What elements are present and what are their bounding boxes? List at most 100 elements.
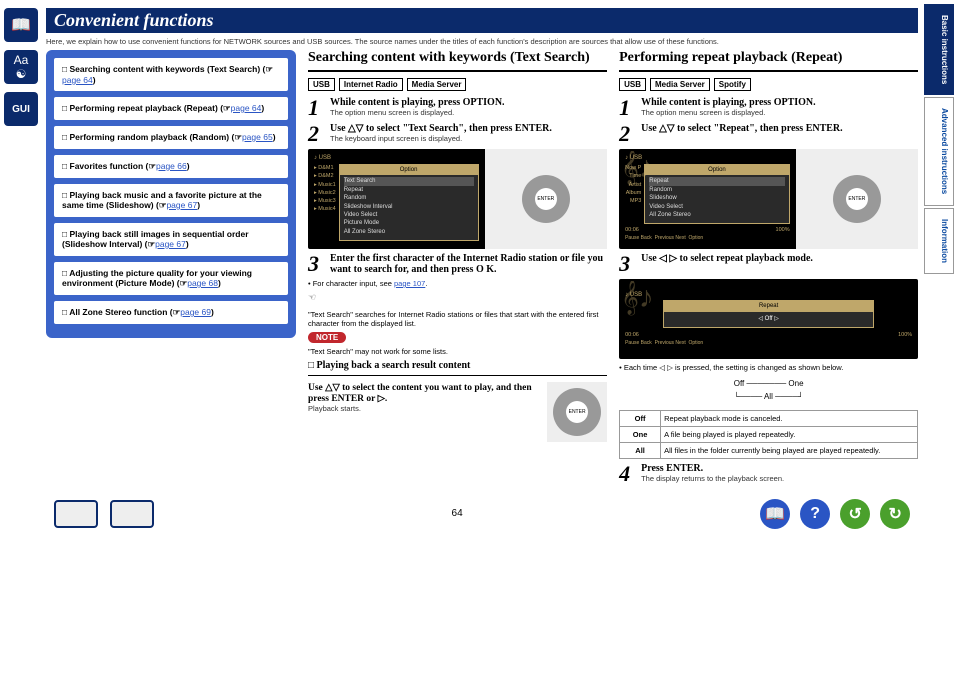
toc-link[interactable]: page 69 xyxy=(180,307,211,317)
toc-item[interactable]: □ Performing repeat playback (Repeat) (☞… xyxy=(54,97,288,120)
toc-link[interactable]: page 65 xyxy=(242,132,273,142)
bullet: • For character input, see page 107. xyxy=(308,279,607,288)
dpad-icon xyxy=(833,175,881,223)
menu-title: Option xyxy=(645,165,788,175)
toc-label: Favorites function xyxy=(70,161,144,171)
repeat-menu-screenshot: 𝄞♪ ♪ USB Now P Time Artist Album MP3 xyxy=(619,149,918,249)
menu-item: Picture Mode xyxy=(344,219,474,227)
pct-label: 100% xyxy=(898,332,912,338)
tag: USB xyxy=(619,78,646,91)
mode-key: Off xyxy=(620,410,661,426)
page-link[interactable]: page 107 xyxy=(394,279,425,288)
list-item: Music3 xyxy=(318,198,335,204)
menu-item: Random xyxy=(649,186,784,194)
diagram-all: All xyxy=(764,392,773,401)
book-icon[interactable]: 📖 xyxy=(4,8,38,42)
pct-label: 100% xyxy=(776,227,790,233)
book-nav-icon[interactable]: 📖 xyxy=(760,499,790,529)
step-sub: The display returns to the playback scre… xyxy=(641,474,918,483)
step-text: Use △▽ to select "Repeat", then press EN… xyxy=(641,123,843,134)
menu-item: Video Select xyxy=(649,203,784,211)
help-icon[interactable]: ? xyxy=(800,499,830,529)
list-label: Artist xyxy=(625,181,641,189)
caption: • Each time ◁ ▷ is pressed, the setting … xyxy=(619,363,918,372)
aa-label: Aa xyxy=(14,53,29,67)
menu-item: Random xyxy=(344,194,474,202)
sub-after: Playback starts. xyxy=(308,404,539,413)
step-text: While content is playing, press OPTION. xyxy=(330,97,505,108)
tab-advanced[interactable]: Advanced instructions xyxy=(924,97,954,205)
mode-desc: A file being played is played repeatedly… xyxy=(661,426,918,442)
dpad-icon xyxy=(522,175,570,223)
step-sub: The keyboard input screen is displayed. xyxy=(330,134,607,143)
page-title: Convenient functions xyxy=(46,8,918,33)
back-arrow-icon[interactable]: ↺ xyxy=(840,499,870,529)
toc-link[interactable]: page 67 xyxy=(166,200,197,210)
step-text: Use ◁ ▷ to select repeat playback mode. xyxy=(641,253,813,264)
list-item: Music2 xyxy=(318,190,335,196)
toc-label: All Zone Stereo function xyxy=(69,307,167,317)
mode-desc: All files in the folder currently being … xyxy=(661,442,918,458)
link-icon: ☯ xyxy=(16,67,27,81)
footer-hint: Next xyxy=(675,340,685,346)
menu-item: Text Search xyxy=(344,177,474,185)
step-number: 2 xyxy=(308,123,326,145)
note-badge: NOTE xyxy=(308,332,346,343)
forward-arrow-icon[interactable]: ↻ xyxy=(880,499,910,529)
dpad-icon xyxy=(553,388,601,436)
tab-information[interactable]: Information xyxy=(924,208,954,274)
toc-item[interactable]: □ Adjusting the picture quality for your… xyxy=(54,262,288,295)
list-label: Album xyxy=(625,189,641,197)
source-tags: USB Media Server Spotify xyxy=(619,78,918,91)
font-icon[interactable]: Aa☯ xyxy=(4,50,38,84)
mode-key: One xyxy=(620,426,661,442)
toc-item[interactable]: □ Playing back still images in sequentia… xyxy=(54,223,288,256)
step-number: 1 xyxy=(619,97,637,119)
table-row: AllAll files in the folder currently bei… xyxy=(620,442,918,458)
toc-link[interactable]: page 67 xyxy=(155,239,186,249)
footer-hint: Back xyxy=(641,235,652,241)
step-number: 3 xyxy=(619,253,637,275)
list-label: MP3 xyxy=(625,197,641,205)
toc-item[interactable]: □ Playing back music and a favorite pict… xyxy=(54,184,288,217)
menu-title: Option xyxy=(340,165,478,175)
toc-item[interactable]: □ Performing random playback (Random) (☞… xyxy=(54,126,288,149)
time-label: 00:06 xyxy=(625,332,639,338)
usb-label: USB xyxy=(630,155,642,161)
menu-item: Slideshow xyxy=(649,194,784,202)
device-rear-button[interactable] xyxy=(110,500,154,528)
toc-link[interactable]: page 66 xyxy=(156,161,187,171)
tag: Media Server xyxy=(407,78,467,91)
side-tabs: Basic instructions Advanced instructions… xyxy=(924,0,954,537)
footer-hint: Option xyxy=(688,340,703,346)
mode-desc: Repeat playback mode is canceled. xyxy=(661,410,918,426)
time-label: 00:06 xyxy=(625,227,639,233)
toc-link[interactable]: page 68 xyxy=(187,278,218,288)
toc-link[interactable]: page 64 xyxy=(62,75,93,85)
toc-item[interactable]: □ Searching content with keywords (Text … xyxy=(54,58,288,91)
table-row: OneA file being played is played repeate… xyxy=(620,426,918,442)
toc-item[interactable]: □ Favorites function (☞page 66) xyxy=(54,155,288,178)
toc-link[interactable]: page 64 xyxy=(231,103,262,113)
gui-icon[interactable]: GUI xyxy=(4,92,38,126)
bullet-text: For character input, see xyxy=(313,279,394,288)
menu-item: Repeat xyxy=(649,177,784,185)
mode-key: All xyxy=(620,442,661,458)
step-text: Enter the first character of the Interne… xyxy=(330,253,603,275)
device-front-button[interactable] xyxy=(54,500,98,528)
list-item: Music1 xyxy=(318,182,335,188)
menu-item: All Zone Stereo xyxy=(649,211,784,219)
note-text: "Text Search" may not work for some list… xyxy=(308,347,607,356)
list-label: Time xyxy=(625,172,641,180)
step-text: Press ENTER. xyxy=(641,463,703,474)
toc-item[interactable]: □ All Zone Stereo function (☞page 69) xyxy=(54,301,288,324)
repeat-value: Off xyxy=(765,316,773,322)
tab-basic[interactable]: Basic instructions xyxy=(924,4,954,95)
footer-hint: Pause xyxy=(625,340,639,346)
usb-label: USB xyxy=(630,292,642,298)
menu-item: Slideshow Interval xyxy=(344,203,474,211)
mode-diagram: Off ─────── One └──── All ────┘ xyxy=(619,378,918,404)
step-number: 2 xyxy=(619,123,637,145)
caption-text: Each time ◁ ▷ is pressed, the setting is… xyxy=(624,363,844,372)
toc-label: Playing back music and a favorite pictur… xyxy=(62,190,262,210)
